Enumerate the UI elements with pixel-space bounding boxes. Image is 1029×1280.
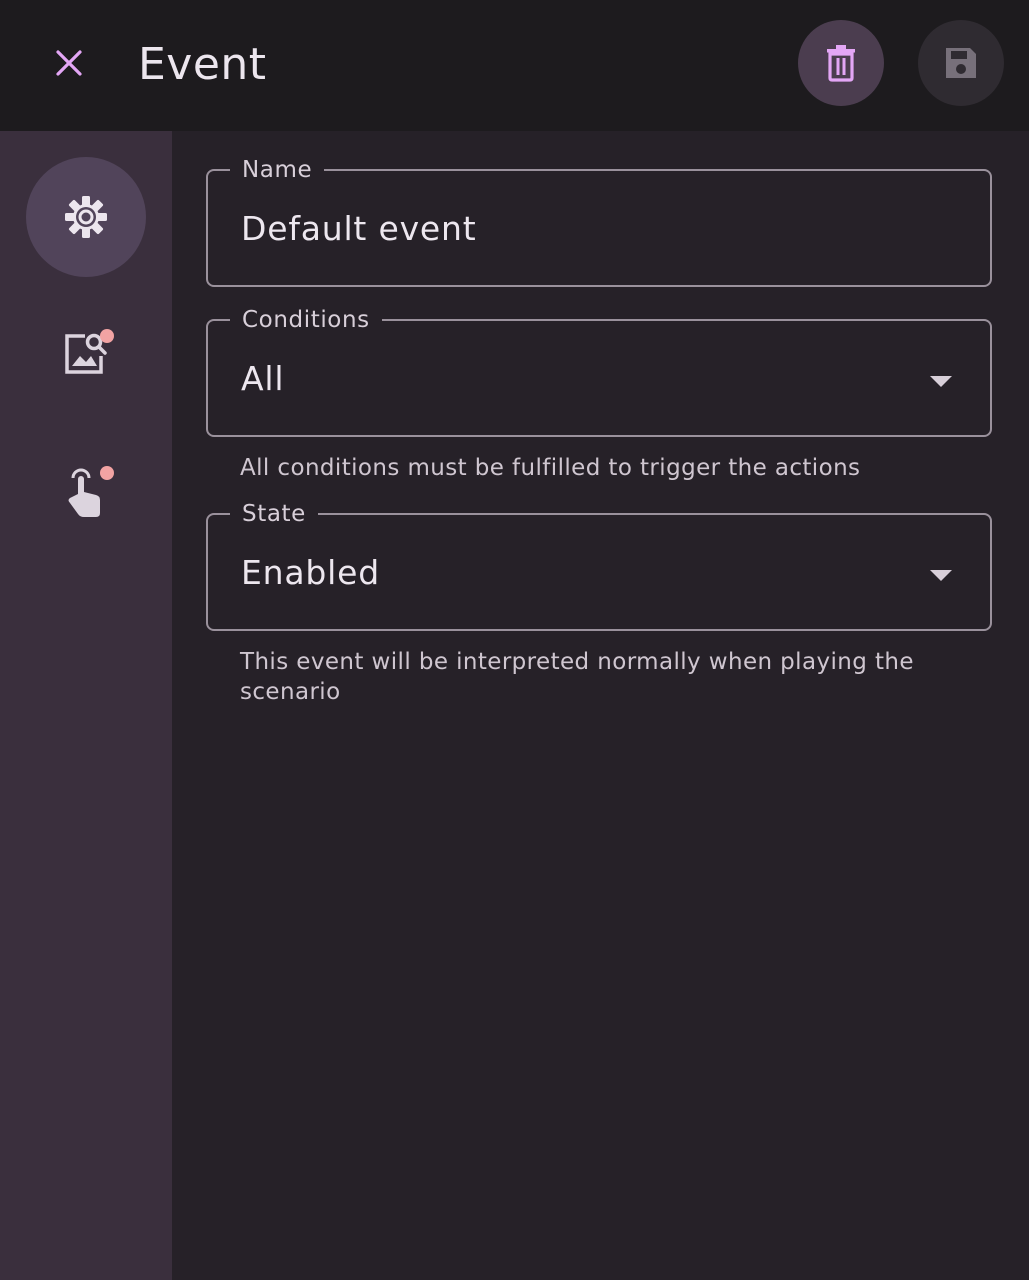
chevron-down-icon[interactable] [930,570,952,581]
navigation-rail [0,131,172,1280]
state-dropdown[interactable]: State Enabled [206,500,992,631]
name-field[interactable]: Name Default event [206,156,992,287]
notification-badge [100,466,114,480]
settings-icon [65,196,107,238]
state-value: Enabled [241,553,380,592]
conditions-dropdown[interactable]: Conditions All [206,306,992,437]
conditions-helper-text: All conditions must be fulfilled to trig… [240,455,861,481]
conditions-label: Conditions [230,306,382,334]
name-field-label: Name [230,156,325,184]
notification-badge [100,329,114,343]
name-field-value[interactable]: Default event [241,209,476,249]
nav-item-actions[interactable] [26,433,146,553]
close-button[interactable] [36,30,102,96]
nav-item-conditions[interactable] [26,293,146,413]
delete-button[interactable] [798,20,884,106]
trash-icon [827,45,855,82]
chevron-down-icon[interactable] [930,376,952,387]
conditions-value: All [241,359,285,398]
top-app-bar: Event [0,0,1029,131]
state-label: State [230,500,318,528]
save-button[interactable] [918,20,1004,106]
state-helper-text: This event will be interpreted normally … [240,649,914,705]
page-title: Event [138,39,267,90]
save-icon [946,48,976,78]
nav-item-settings[interactable] [26,157,146,277]
event-form: Name Default event Conditions All All co… [172,131,1029,1280]
close-icon [56,50,82,76]
